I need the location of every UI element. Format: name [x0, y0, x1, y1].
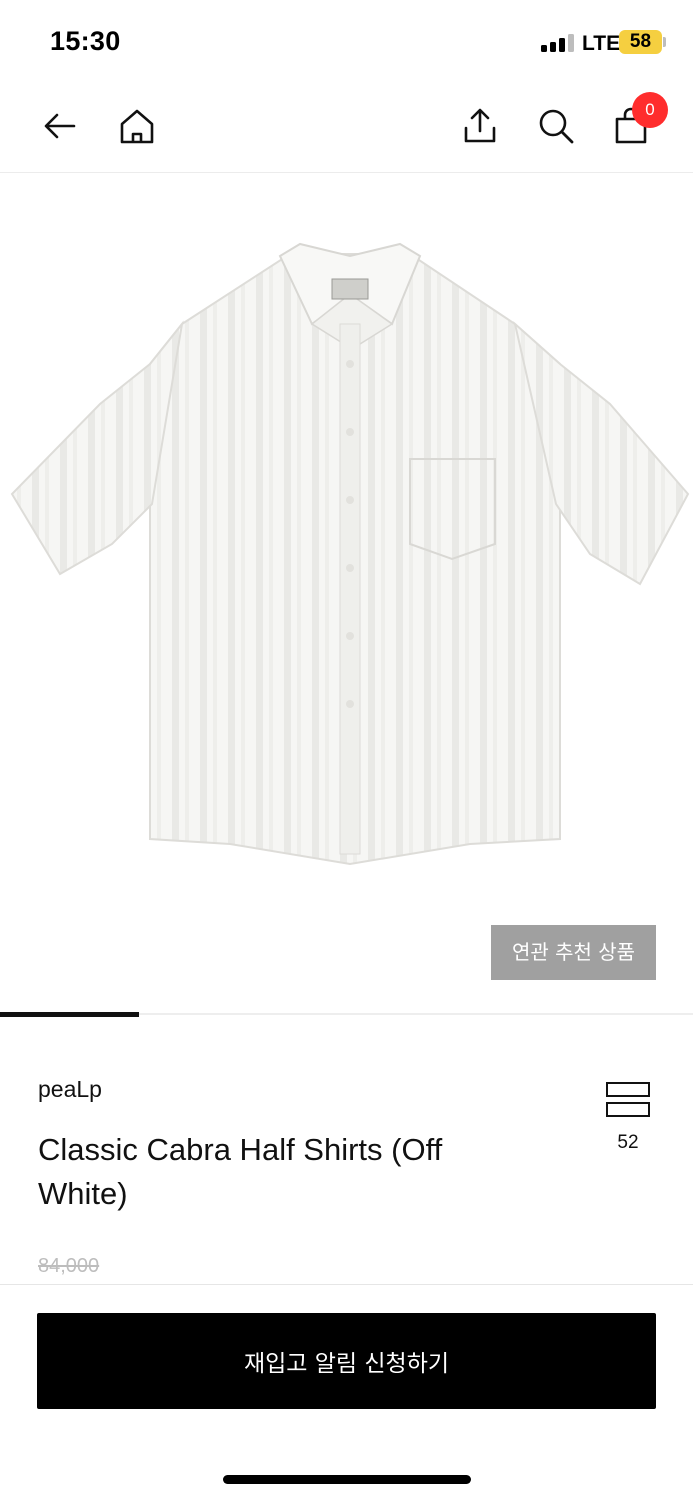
shirt-image	[10, 242, 690, 866]
original-price: 84,000	[38, 1255, 100, 1277]
view-count: 52	[617, 1132, 639, 1153]
bottom-divider	[0, 1284, 693, 1285]
share-icon	[464, 108, 496, 143]
back-arrow-icon	[44, 113, 76, 139]
cart-count-badge: 0	[632, 92, 668, 128]
related-products-button[interactable]: 연관 추천 상품	[491, 925, 656, 980]
home-icon	[120, 109, 154, 144]
battery-icon: 58	[619, 30, 662, 54]
search-button[interactable]	[532, 102, 580, 150]
signal-icon	[541, 34, 575, 52]
image-progress-indicator	[0, 1012, 139, 1017]
back-button[interactable]	[36, 102, 84, 150]
product-title: Classic Cabra Half Shirts (Off White)	[38, 1132, 443, 1211]
share-button[interactable]	[456, 102, 504, 150]
status-time: 15:30	[50, 26, 121, 56]
home-button[interactable]	[113, 102, 161, 150]
view-toggle-button[interactable]: 52	[600, 1078, 656, 1164]
battery-tip	[663, 37, 666, 47]
product-image[interactable]: 연관 추천 상품	[0, 174, 693, 1010]
search-icon	[539, 109, 574, 144]
restock-notification-button[interactable]: 재입고 알림 신청하기	[37, 1313, 656, 1409]
home-indicator	[223, 1475, 471, 1484]
brand-name[interactable]: peaLp	[38, 1076, 102, 1103]
battery-level: 58	[629, 31, 652, 52]
status-bar: 15:30 LTE 58	[0, 0, 693, 80]
network-label: LTE	[582, 32, 621, 55]
nav-bar	[0, 80, 693, 173]
view-toggle-icon	[606, 1082, 650, 1097]
